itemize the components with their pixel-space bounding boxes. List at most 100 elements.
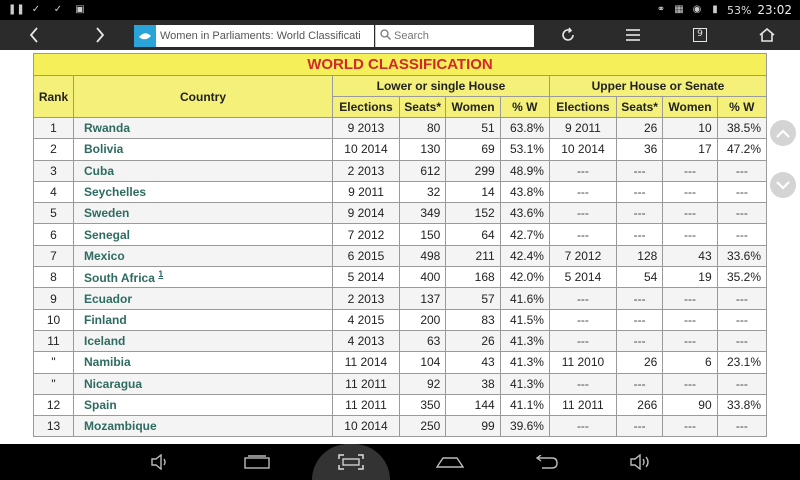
cell-rank: 9: [33, 287, 74, 310]
cell-lower-pct: 42.0%: [499, 266, 550, 289]
search-placeholder: Search: [394, 30, 429, 42]
col-group-lower-house: Lower or single House: [332, 75, 550, 97]
cell-lower-pct: 42.7%: [499, 223, 550, 246]
vibrate-icon: ▦: [674, 4, 684, 15]
recent-apps-button[interactable]: [237, 444, 277, 480]
cell-lower-elections: 9 2013: [332, 116, 400, 140]
cell-lower-elections: 9 2014: [332, 202, 400, 225]
cell-upper-pct: 33.6%: [716, 244, 768, 268]
cell-upper-pct: ---: [716, 223, 768, 246]
cell-upper-pct: ---: [716, 329, 768, 353]
cell-upper-elections: ---: [548, 415, 617, 438]
country-link[interactable]: Iceland: [84, 334, 125, 348]
scroll-up-button[interactable]: [770, 120, 796, 146]
cell-rank: 1: [33, 116, 74, 140]
country-link[interactable]: South Africa: [84, 271, 155, 285]
cell-lower-pct: 41.3%: [499, 372, 550, 395]
screenshot-button[interactable]: [312, 444, 390, 480]
country-link[interactable]: Bolivia: [84, 142, 123, 156]
cell-upper-seats: ---: [615, 287, 664, 310]
volume-up-button[interactable]: [620, 444, 660, 480]
cell-lower-women: 168: [445, 266, 501, 289]
country-link[interactable]: Senegal: [84, 228, 130, 242]
cell-upper-seats: 128: [615, 244, 664, 268]
cell-upper-women: ---: [662, 372, 718, 395]
country-link[interactable]: Finland: [84, 313, 127, 327]
cell-lower-women: 64: [445, 223, 501, 246]
country-link[interactable]: Mexico: [84, 249, 125, 263]
cell-country: Nicaragua: [73, 372, 333, 395]
status-bar: ❚❚ ✓ ✓ ▣ ⚭ ▦ ◉ ▮ 53% 23:02: [0, 0, 800, 20]
search-input[interactable]: Search: [375, 25, 534, 47]
cell-upper-pct: 47.2%: [716, 138, 768, 161]
cell-upper-elections: ---: [548, 329, 617, 353]
cell-upper-women: 43: [662, 244, 718, 268]
back-arrow-icon: [535, 455, 558, 469]
volume-down-button[interactable]: [140, 444, 180, 480]
table-row: 2 Bolivia 10 2014 130 69 53.1% 10 2014 36 17 47.2…: [33, 138, 768, 161]
page-content: WORLD CLASSIFICATION Rank Country Lower …: [0, 50, 800, 444]
cell-lower-women: 57: [445, 287, 501, 310]
country-link[interactable]: Spain: [84, 398, 117, 412]
cell-upper-women: ---: [662, 329, 718, 353]
cell-lower-pct: 53.1%: [499, 138, 550, 161]
address-bar[interactable]: Women in Parliaments: World Classificati: [134, 25, 374, 47]
cell-upper-elections: 10 2014: [548, 138, 617, 161]
cell-lower-pct: 41.3%: [499, 329, 550, 353]
country-link[interactable]: Namibia: [84, 355, 131, 369]
cell-lower-women: 144: [445, 393, 501, 417]
system-nav-bar: [0, 444, 800, 480]
cell-lower-pct: 41.5%: [499, 308, 550, 331]
cell-lower-seats: 104: [398, 351, 447, 374]
cell-lower-women: 51: [445, 116, 501, 140]
scroll-down-button[interactable]: [770, 172, 796, 198]
table-row: " Namibia 11 2014 104 43 41.3% 11 2010 26 6 23.1%: [33, 351, 768, 374]
chevron-up-icon: [776, 128, 790, 138]
cell-rank: 3: [33, 159, 74, 182]
country-link[interactable]: Sweden: [84, 206, 129, 220]
home-button[interactable]: [747, 20, 787, 50]
country-link[interactable]: Rwanda: [84, 121, 130, 135]
tabs-button[interactable]: 9: [680, 20, 720, 50]
back-nav-button[interactable]: [525, 444, 565, 480]
cell-upper-elections: ---: [548, 159, 617, 182]
back-button[interactable]: [14, 20, 54, 50]
table-row: 1 Rwanda 9 2013 80 51 63.8% 9 2011 26 10 38.5%: [33, 116, 768, 140]
country-link[interactable]: Nicaragua: [84, 377, 142, 391]
chevron-down-icon: [776, 180, 790, 190]
cell-country: South Africa 1: [73, 266, 333, 289]
cell-upper-women: ---: [662, 287, 718, 310]
cell-lower-seats: 349: [398, 202, 447, 225]
cell-rank: 11: [33, 329, 74, 353]
cell-upper-women: ---: [662, 308, 718, 331]
cell-upper-seats: ---: [615, 159, 664, 182]
cell-upper-seats: 54: [615, 266, 664, 289]
cell-lower-elections: 5 2014: [332, 266, 400, 289]
country-link[interactable]: Cuba: [84, 164, 114, 178]
cell-upper-seats: 36: [615, 138, 664, 161]
cell-rank: 12: [33, 393, 74, 417]
cell-lower-women: 14: [445, 180, 501, 204]
country-link[interactable]: Ecuador: [84, 292, 132, 306]
cell-lower-seats: 92: [398, 372, 447, 395]
address-text: Women in Parliaments: World Classificati: [160, 30, 361, 42]
forward-button[interactable]: [80, 20, 120, 50]
cell-lower-pct: 41.1%: [499, 393, 550, 417]
reload-button[interactable]: [548, 20, 588, 50]
cell-country: Mozambique: [73, 415, 333, 438]
cell-upper-elections: ---: [548, 180, 617, 204]
home-icon: [759, 28, 775, 42]
cell-lower-pct: 48.9%: [499, 159, 550, 182]
cell-upper-seats: 26: [615, 116, 664, 140]
pause-icon: ❚❚: [8, 4, 25, 15]
table-row: 8 South Africa 15 2014 400 168 42.0% 5 2014 54…: [33, 266, 768, 289]
country-link[interactable]: Seychelles: [84, 185, 146, 199]
cell-lower-seats: 32: [398, 180, 447, 204]
country-link[interactable]: Mozambique: [84, 419, 157, 433]
cell-lower-elections: 11 2011: [332, 372, 400, 395]
cell-rank: ": [33, 351, 74, 374]
cell-upper-women: 19: [662, 266, 718, 289]
footnote-link[interactable]: 1: [158, 269, 163, 279]
menu-button[interactable]: [613, 20, 653, 50]
home-nav-button[interactable]: [430, 444, 470, 480]
